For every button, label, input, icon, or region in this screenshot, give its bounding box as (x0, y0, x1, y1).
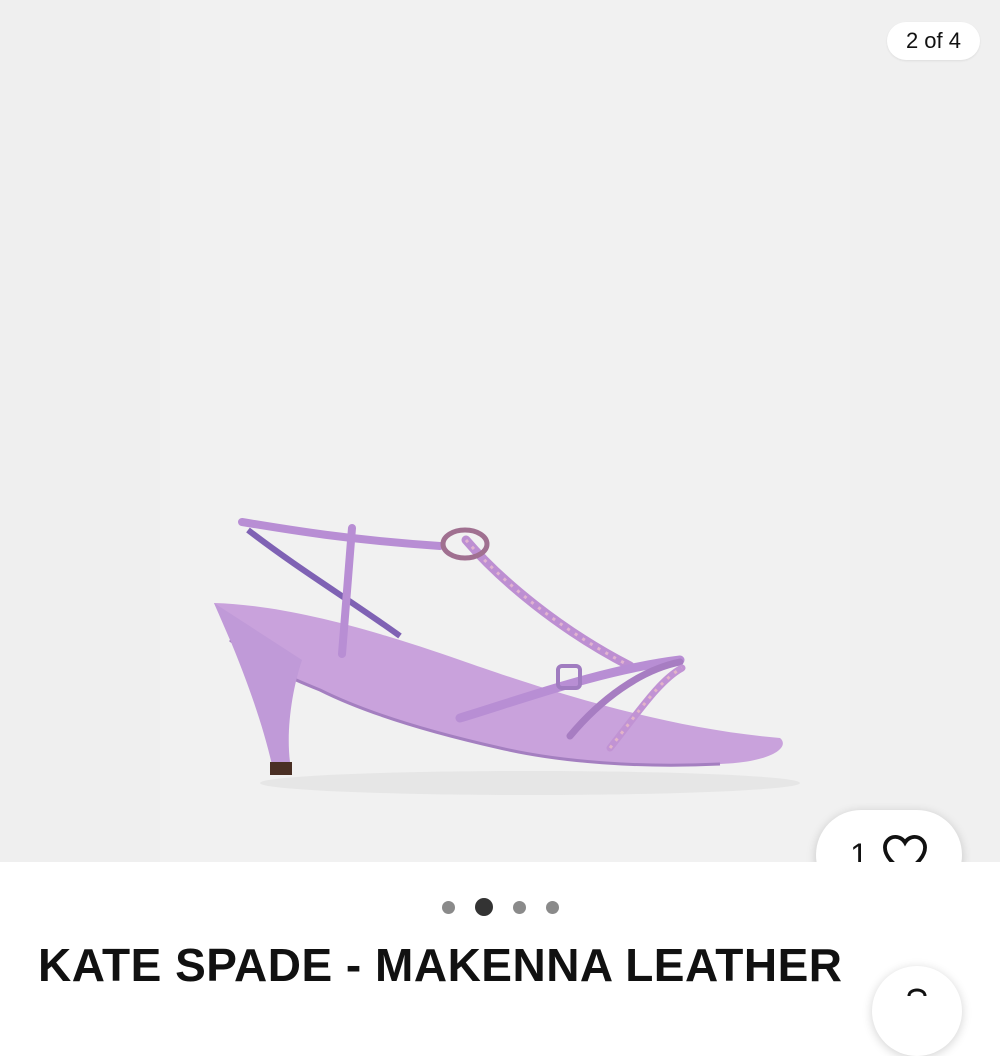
like-count: 1 (850, 836, 868, 863)
carousel-dot-2-active[interactable] (474, 898, 493, 916)
image-counter: 2 of 4 (886, 22, 980, 60)
carousel-dot-4[interactable] (545, 900, 559, 914)
gallery-background-right (850, 0, 1000, 862)
carousel-dot-3[interactable] (512, 900, 526, 914)
product-image-gallery[interactable]: 2 of 4 1 (0, 0, 1000, 862)
gallery-background-left (0, 0, 160, 862)
heart-outline-icon (882, 834, 927, 862)
help-button[interactable] (872, 966, 962, 1056)
product-image-sandal[interactable] (200, 500, 800, 800)
question-mark-icon (907, 988, 927, 997)
like-button[interactable]: 1 (816, 810, 962, 862)
product-title: KATE SPADE - MAKENNA LEATHER (38, 939, 843, 991)
carousel-dot-1[interactable] (441, 900, 455, 914)
carousel-dots (0, 898, 1000, 916)
